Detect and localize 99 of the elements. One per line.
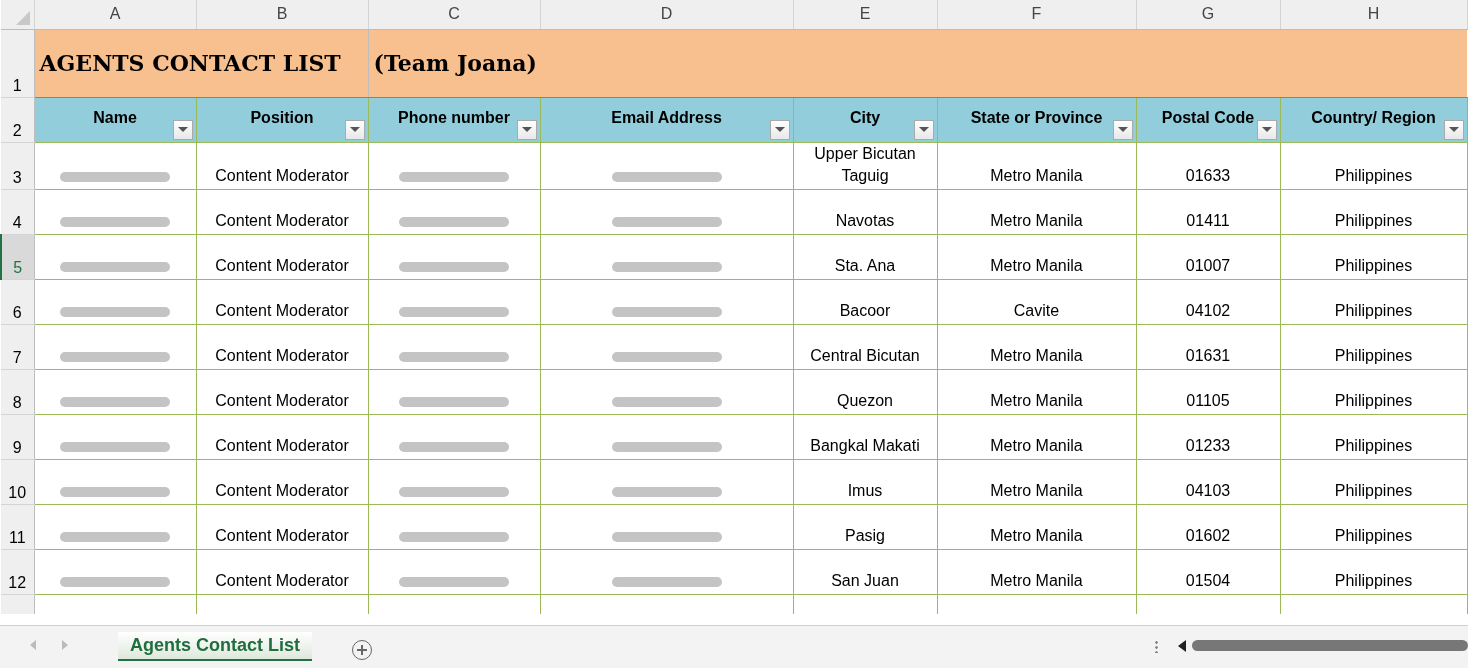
- row-header[interactable]: 5: [1, 234, 34, 279]
- table-cell-text: 01633: [1185, 165, 1231, 186]
- table-cell-text: Content Moderator: [215, 390, 349, 411]
- team-label: (Team Joana): [373, 50, 537, 76]
- table-cell-text: 01631: [1185, 345, 1231, 366]
- caret-icon: [177, 127, 188, 132]
- table-cell-text: Metro Manila: [990, 390, 1083, 411]
- table-cell-text: 04102: [1185, 300, 1231, 321]
- caret-icon: [521, 127, 532, 132]
- caret-icon: [1448, 127, 1459, 132]
- column-header[interactable]: E: [793, 0, 937, 29]
- table-cell-text: Content Moderator: [215, 480, 349, 501]
- table-cell-text: Content Moderator: [215, 165, 349, 186]
- row-header[interactable]: 7: [1, 324, 34, 369]
- table-cell-text: Philippines: [1334, 165, 1413, 186]
- table-cell-text: Metro Manila: [990, 480, 1083, 501]
- column-label: Name: [93, 108, 137, 126]
- table-cell-text: 01602: [1185, 525, 1231, 546]
- table-cell-text: Philippines: [1334, 525, 1413, 546]
- row-header[interactable]: 11: [1, 504, 34, 549]
- column-header[interactable]: C: [368, 0, 540, 29]
- table-cell-text: Metro Manila: [990, 570, 1083, 591]
- table-cell-text: San Juan: [831, 570, 899, 591]
- table-cell-text: 01504: [1185, 570, 1231, 591]
- table-cell-text: Metro Manila: [990, 435, 1083, 456]
- filter-button[interactable]: [913, 119, 934, 140]
- table-cell-text: Philippines: [1334, 435, 1413, 456]
- table-cell-text: Philippines: [1334, 390, 1413, 411]
- table-cell-text: Philippines: [1334, 570, 1413, 591]
- table-cell-text: 01007: [1185, 255, 1231, 276]
- table-cell-text: Metro Manila: [990, 165, 1083, 186]
- table-cell-text: Content Moderator: [215, 255, 349, 276]
- column-header[interactable]: G: [1136, 0, 1280, 29]
- caret-icon: [1117, 127, 1128, 132]
- table-cell-text: 01411: [1186, 210, 1230, 231]
- caret-icon: [1261, 127, 1272, 132]
- table-cell-text: Philippines: [1334, 255, 1413, 276]
- table-cell-text: 01105: [1186, 390, 1230, 411]
- row-header[interactable]: 12: [1, 549, 34, 594]
- column-label: City: [849, 108, 881, 126]
- sheet-tab[interactable]: Agents Contact List: [118, 632, 312, 661]
- row-header[interactable]: 10: [1, 459, 34, 504]
- filter-button[interactable]: [1256, 119, 1277, 140]
- table-cell-text: Bacoor: [839, 300, 891, 321]
- caret-icon: [918, 127, 929, 132]
- column-header[interactable]: H: [1280, 0, 1467, 29]
- table-cell-text: Metro Manila: [990, 525, 1083, 546]
- caret-icon: [774, 127, 785, 132]
- table-cell-text: 01233: [1185, 435, 1231, 456]
- table-cell-text: Content Moderator: [215, 435, 349, 456]
- table-cell-text: Philippines: [1334, 480, 1413, 501]
- filter-button[interactable]: [344, 119, 365, 140]
- table-cell-text: Imus: [847, 480, 883, 501]
- column-label: Postal Code: [1161, 108, 1255, 126]
- filter-button[interactable]: [1443, 119, 1464, 140]
- column-label: Country/ Region: [1311, 108, 1436, 126]
- table-cell-text: Upper Bicutan Taguig: [813, 143, 917, 186]
- table-cell-text: Metro Manila: [990, 210, 1083, 231]
- table-cell-text: Content Moderator: [215, 210, 349, 231]
- table-cell-text: Philippines: [1334, 210, 1413, 231]
- table-cell-text: Content Moderator: [215, 570, 349, 591]
- filter-button[interactable]: [516, 119, 537, 140]
- table-cell-text: Central Bicutan: [810, 345, 920, 366]
- column-label: Email Address: [611, 108, 722, 126]
- caret-icon: [349, 127, 360, 132]
- table-cell-text: Content Moderator: [215, 300, 349, 321]
- column-label: State or Province: [970, 108, 1103, 126]
- row-header[interactable]: 3: [1, 142, 34, 189]
- more-options-icon[interactable]: [1155, 640, 1158, 653]
- table-cell-text: Philippines: [1334, 345, 1413, 366]
- filter-button[interactable]: [769, 119, 790, 140]
- filter-button[interactable]: [172, 119, 193, 140]
- row-header[interactable]: 4: [1, 189, 34, 234]
- table-cell-text: Philippines: [1334, 300, 1413, 321]
- table-cell-text: Content Moderator: [215, 345, 349, 366]
- column-header[interactable]: B: [196, 0, 368, 29]
- row-header[interactable]: 1: [1, 29, 34, 97]
- sheet-title: AGENTS CONTACT LIST: [39, 50, 341, 76]
- table-cell-text: Navotas: [835, 210, 895, 231]
- row-header[interactable]: 2: [1, 97, 34, 142]
- column-label: Position: [250, 108, 314, 126]
- horizontal-scrollbar[interactable]: [1192, 640, 1468, 651]
- column-header[interactable]: F: [937, 0, 1136, 29]
- column-header[interactable]: D: [540, 0, 793, 29]
- table-cell-text: Quezon: [836, 390, 893, 411]
- filter-button[interactable]: [1112, 119, 1133, 140]
- column-label: Phone number: [398, 108, 510, 126]
- row-header[interactable]: 8: [1, 369, 34, 414]
- table-cell-text: Sta. Ana: [834, 255, 896, 276]
- table-cell-text: Cavite: [1013, 300, 1060, 321]
- column-header[interactable]: A: [34, 0, 196, 29]
- table-cell-text: 04103: [1185, 480, 1231, 501]
- table-cell-text: Pasig: [845, 525, 885, 546]
- row-header[interactable]: 6: [1, 279, 34, 324]
- table-cell-text: Content Moderator: [215, 525, 349, 546]
- table-cell-text: Metro Manila: [990, 345, 1083, 366]
- table-cell-text: Metro Manila: [990, 255, 1083, 276]
- row-header[interactable]: 9: [1, 414, 34, 459]
- table-cell-text: Bangkal Makati: [810, 435, 920, 456]
